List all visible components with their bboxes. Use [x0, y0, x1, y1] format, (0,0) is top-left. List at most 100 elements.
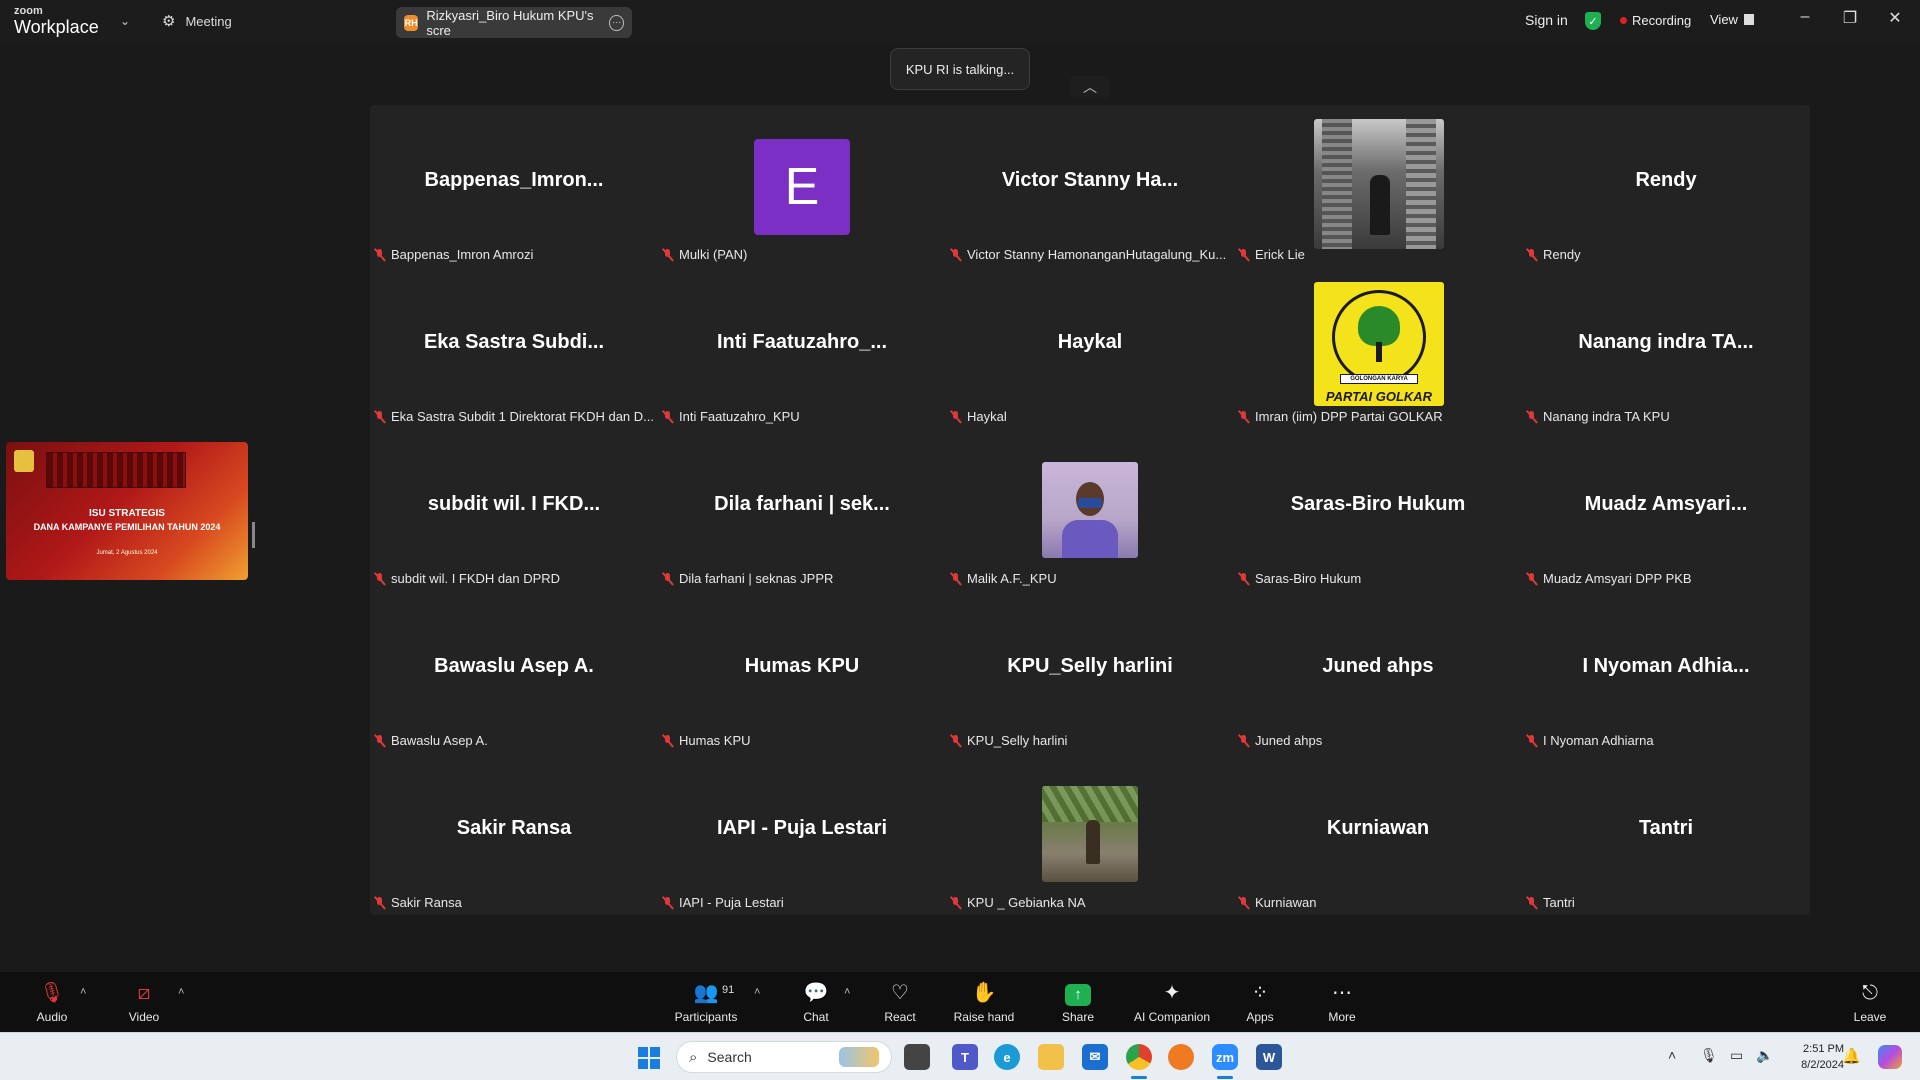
- participant-tile[interactable]: Bawaslu Asep A. Bawaslu Asep A.: [370, 591, 658, 753]
- screen-share-tab[interactable]: RH Rizkyasri_Biro Hukum KPU's scre ⋯: [396, 7, 632, 38]
- view-label: View: [1710, 12, 1738, 27]
- muted-mic-icon: [1526, 734, 1537, 748]
- participant-tile[interactable]: Nanang indra TA... Nanang indra TA KPU: [1522, 267, 1810, 429]
- chevron-up-icon[interactable]: ˄: [80, 986, 86, 998]
- participant-name: Humas KPU: [679, 733, 751, 748]
- slide-title-line2: DANA KAMPANYE PEMILIHAN TAHUN 2024: [33, 522, 221, 532]
- taskbar-clock[interactable]: 2:51 PM 8/2/2024: [1784, 1041, 1844, 1073]
- muted-mic-icon: [374, 734, 385, 748]
- chevron-up-icon[interactable]: ˄: [1668, 1047, 1676, 1063]
- participant-video-erick: [1314, 119, 1444, 249]
- participant-name-label: Haykal: [950, 409, 1007, 424]
- recording-indicator[interactable]: Recording: [1620, 13, 1691, 28]
- participant-display-name: Humas KPU: [744, 655, 860, 677]
- mail-icon[interactable]: ✉: [1082, 1044, 1108, 1070]
- chevron-up-icon[interactable]: ˄: [844, 986, 850, 998]
- more-options-icon[interactable]: ⋯: [609, 14, 624, 31]
- word-icon[interactable]: W: [1256, 1044, 1282, 1070]
- ai-companion-label: AI Companion: [1133, 1010, 1211, 1024]
- share-tab-label: Rizkyasri_Biro Hukum KPU's scre: [426, 7, 594, 38]
- participant-tile[interactable]: Saras-Biro Hukum Saras-Biro Hukum: [1234, 429, 1522, 591]
- edge-icon[interactable]: e: [994, 1044, 1020, 1070]
- leave-button[interactable]: ⎋ Leave: [1828, 980, 1912, 1024]
- firefox-icon[interactable]: [1168, 1044, 1194, 1070]
- participant-name-label: KPU_Selly harlini: [950, 733, 1067, 748]
- participant-display-name: Bappenas_Imron...: [424, 169, 604, 191]
- chrome-icon[interactable]: [1126, 1044, 1152, 1070]
- notification-bell-icon[interactable]: 🔔: [1842, 1047, 1861, 1065]
- close-icon[interactable]: ✕: [1880, 8, 1910, 28]
- minimize-icon[interactable]: –: [1790, 8, 1820, 26]
- meeting-toolbar: 🎙 Audio ˄ ⧄ Video ˄ 👥 Participants 91 ˄ …: [0, 972, 1920, 1032]
- heart-icon: ♡: [891, 982, 909, 1004]
- participant-tile[interactable]: Victor Stanny Ha... Victor Stanny Hamonan…: [946, 105, 1234, 267]
- participant-display-name: IAPI - Puja Lestari: [716, 817, 888, 839]
- view-menu-button[interactable]: View: [1710, 12, 1754, 27]
- recording-label: Recording: [1632, 13, 1692, 28]
- muted-mic-icon: [950, 410, 961, 424]
- muted-mic-icon: [374, 896, 385, 910]
- participant-tile[interactable]: Dila farhani | sek... Dila farhani | sekn…: [658, 429, 946, 591]
- participant-tile[interactable]: Juned ahps Juned ahps: [1234, 591, 1522, 753]
- participant-tile[interactable]: Humas KPU Humas KPU: [658, 591, 946, 753]
- participant-tile[interactable]: Haykal Haykal: [946, 267, 1234, 429]
- sharer-avatar-badge: RH: [404, 14, 419, 31]
- copilot-icon[interactable]: [1878, 1045, 1902, 1069]
- participant-name: Muadz Amsyari DPP PKB: [1543, 571, 1692, 586]
- participant-tile[interactable]: Bappenas_Imron... Bappenas_Imron Amrozi: [370, 105, 658, 267]
- raise-hand-button[interactable]: ✋ Raise hand: [942, 980, 1026, 1024]
- more-label: More: [1328, 1010, 1356, 1024]
- ai-companion-button[interactable]: ✦ AI Companion: [1130, 980, 1214, 1024]
- more-button[interactable]: ⋯ More: [1300, 980, 1384, 1024]
- participant-name-label: Bawaslu Asep A.: [374, 733, 488, 748]
- participants-button[interactable]: 👥 Participants: [664, 980, 748, 1024]
- participant-display-name: Nanang indra TA...: [1578, 331, 1754, 353]
- restore-icon[interactable]: ❐: [1835, 8, 1865, 28]
- person-body: [1062, 520, 1118, 558]
- zoom-taskbar-icon[interactable]: zm: [1212, 1044, 1238, 1070]
- participant-tile[interactable]: Rendy Rendy: [1522, 105, 1810, 267]
- shared-screen-thumbnail[interactable]: ISU STRATEGIS DANA KAMPANYE PEMILIHAN TA…: [6, 442, 248, 580]
- share-button[interactable]: ↑ Share: [1036, 980, 1120, 1024]
- taskbar-search[interactable]: ⌕ Search: [676, 1041, 892, 1073]
- participant-tile[interactable]: Kurniawan Kurniawan: [1234, 753, 1522, 915]
- muted-mic-icon: [1238, 248, 1249, 262]
- react-button[interactable]: ♡ React: [858, 980, 942, 1024]
- muted-mic-icon: [950, 734, 961, 748]
- foliage-image: [1042, 786, 1138, 822]
- participant-tile[interactable]: Muadz Amsyari... Muadz Amsyari DPP PKB: [1522, 429, 1810, 591]
- participant-display-name: subdit wil. I FKD...: [427, 493, 601, 515]
- participant-tile[interactable]: Eka Sastra Subdi... Eka Sastra Subdit 1 D…: [370, 267, 658, 429]
- participant-tile[interactable]: KPU_Selly harlini KPU_Selly harlini: [946, 591, 1234, 753]
- participant-tile[interactable]: IAPI - Puja Lestari IAPI - Puja Lestari: [658, 753, 946, 915]
- microphone-icon[interactable]: 🎙: [1700, 1047, 1718, 1064]
- participant-name: Erick Lie: [1255, 247, 1305, 262]
- volume-icon[interactable]: 🔈: [1756, 1047, 1773, 1064]
- resize-handle[interactable]: [252, 522, 255, 548]
- participant-name: Inti Faatuzahro_KPU: [679, 409, 800, 424]
- participant-tile[interactable]: Inti Faatuzahro_... Inti Faatuzahro_KPU: [658, 267, 946, 429]
- sign-in-link[interactable]: Sign in: [1525, 12, 1568, 28]
- teams-icon[interactable]: T: [952, 1044, 978, 1070]
- windows-start-icon[interactable]: [638, 1047, 660, 1069]
- video-button[interactable]: ⧄ Video: [102, 980, 186, 1024]
- participant-display-name: Kurniawan: [1326, 817, 1430, 839]
- chevron-up-icon[interactable]: ˄: [178, 986, 184, 998]
- participant-tile[interactable]: subdit wil. I FKD... subdit wil. I FKDH d…: [370, 429, 658, 591]
- apps-button[interactable]: ⁘ Apps: [1218, 980, 1302, 1024]
- encryption-shield-icon[interactable]: ✓: [1585, 12, 1601, 30]
- participant-tile[interactable]: Tantri Tantri: [1522, 753, 1810, 915]
- file-explorer-icon[interactable]: [1038, 1044, 1064, 1070]
- task-view-icon[interactable]: [904, 1044, 930, 1070]
- zoom-logo[interactable]: zoom Workplace: [14, 6, 114, 38]
- chevron-down-icon[interactable]: ⌄: [120, 14, 130, 28]
- golkar-banner: GOLONGAN KARYA: [1340, 374, 1418, 384]
- chevron-up-icon[interactable]: ︿: [1070, 76, 1110, 98]
- chevron-up-icon[interactable]: ˄: [754, 986, 760, 998]
- participant-tile[interactable]: Sakir Ransa Sakir Ransa: [370, 753, 658, 915]
- meeting-menu-button[interactable]: ⚙ Meeting: [162, 12, 232, 30]
- muted-mic-icon: [1238, 572, 1249, 586]
- participant-tile[interactable]: I Nyoman Adhia... I Nyoman Adhiarna: [1522, 591, 1810, 753]
- sparkle-icon: ✦: [1163, 982, 1181, 1004]
- network-icon[interactable]: ▭: [1730, 1047, 1743, 1064]
